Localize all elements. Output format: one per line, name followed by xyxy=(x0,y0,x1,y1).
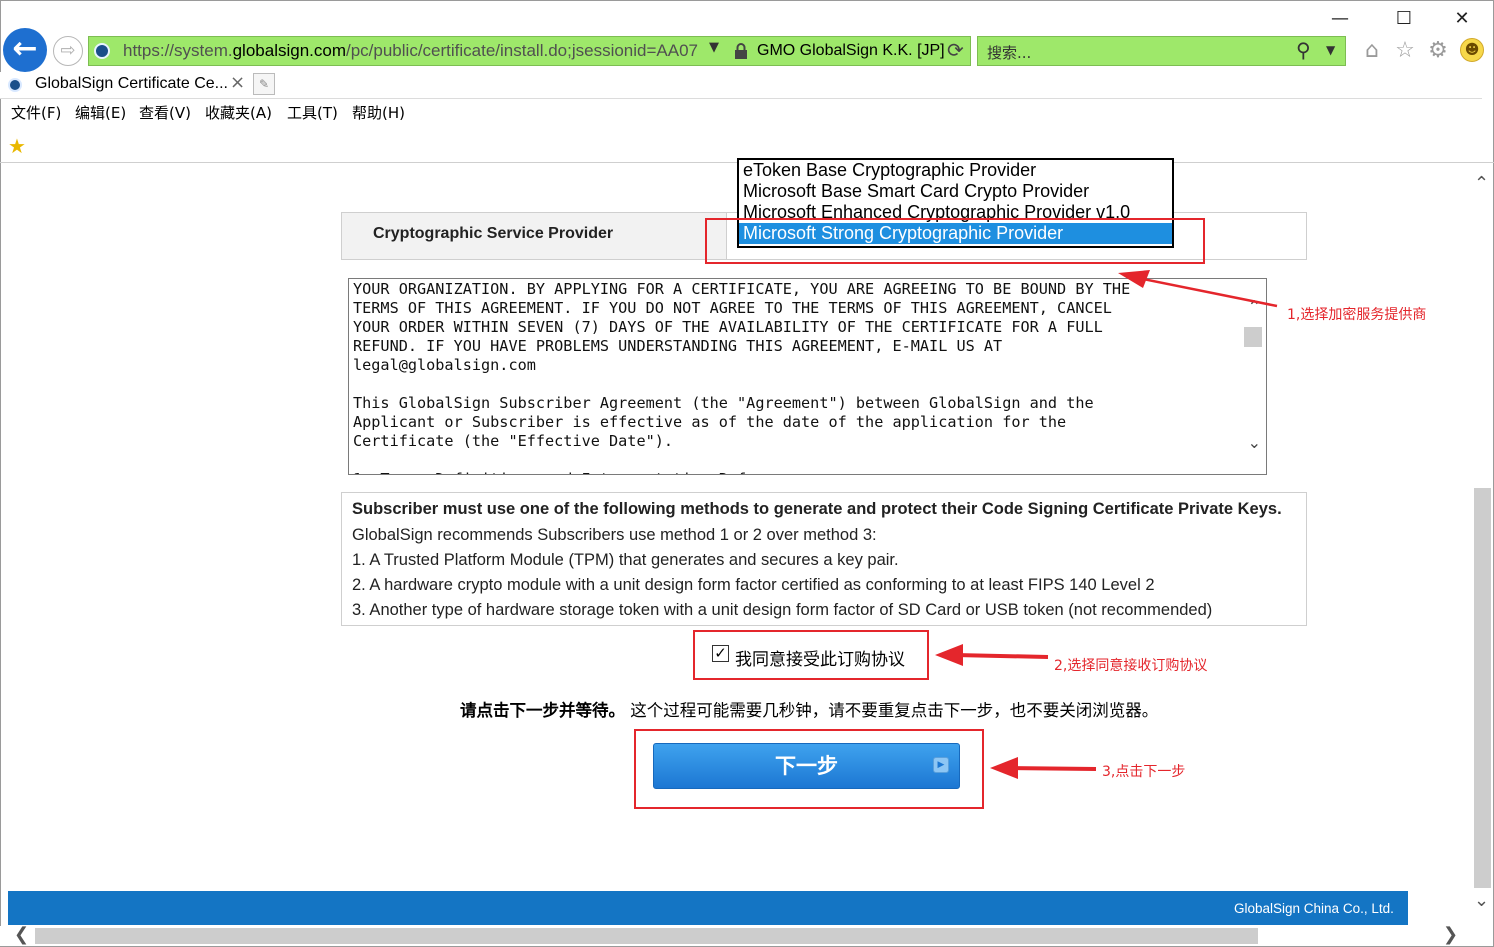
address-dropdown-icon[interactable]: ▼ xyxy=(709,40,719,55)
methods-heading: Subscriber must use one of the following… xyxy=(352,500,1282,518)
agreement-text: YOUR ORGANIZATION. BY APPLYING FOR A CER… xyxy=(353,280,1131,474)
site-favicon-icon xyxy=(94,43,110,59)
search-dropdown-icon[interactable]: ▼ xyxy=(1326,43,1335,57)
scroll-left-icon[interactable]: ❮ xyxy=(14,924,29,945)
methods-line: 2. A hardware crypto module with a unit … xyxy=(352,576,1155,594)
browser-tab[interactable]: GlobalSign Certificate Ce... × xyxy=(0,72,250,98)
methods-line: 3. Another type of hardware storage toke… xyxy=(352,601,1213,619)
highlight-box-csp xyxy=(705,218,1205,264)
menu-edit[interactable]: 编辑(E) xyxy=(75,102,126,123)
tab-title[interactable]: GlobalSign Certificate Ce... xyxy=(35,75,228,93)
methods-line: 1. A Trusted Platform Module (TPM) that … xyxy=(352,551,899,569)
refresh-icon[interactable]: ⟳ xyxy=(947,38,964,62)
maximize-button[interactable]: ☐ xyxy=(1384,6,1424,32)
scroll-down-icon[interactable]: ⌄ xyxy=(1248,433,1261,452)
search-box[interactable]: 搜索... ⚲ ▼ xyxy=(977,36,1346,66)
feedback-smiley-icon[interactable]: ☻ xyxy=(1460,38,1484,62)
agreement-scrollbar[interactable]: ⌃ ⌄ xyxy=(1240,279,1266,474)
footer-text: GlobalSign China Co., Ltd. xyxy=(1234,901,1394,916)
scroll-thumb[interactable] xyxy=(1244,327,1262,347)
search-icon[interactable]: ⚲ xyxy=(1296,38,1311,62)
favorites-star-icon[interactable]: ☆ xyxy=(1391,38,1419,64)
settings-gear-icon[interactable]: ⚙ xyxy=(1424,38,1452,64)
agreement-textarea[interactable]: YOUR ORGANIZATION. BY APPLYING FOR A CER… xyxy=(348,278,1267,475)
url-text[interactable]: https://system.globalsign.com/pc/public/… xyxy=(123,41,698,61)
certificate-owner[interactable]: GMO GlobalSign K.K. [JP] xyxy=(757,42,945,60)
agree-checkbox[interactable]: ✓ xyxy=(712,645,729,662)
horizontal-scroll-thumb[interactable] xyxy=(35,928,1258,944)
annotation-step1: 1,选择加密服务提供商 xyxy=(1287,307,1427,323)
menu-file[interactable]: 文件(F) xyxy=(11,102,61,123)
address-bar[interactable]: https://system.globalsign.com/pc/public/… xyxy=(88,36,971,66)
page-footer xyxy=(8,891,1408,925)
key-methods-box: Subscriber must use one of the following… xyxy=(341,492,1307,626)
close-window-button[interactable]: ✕ xyxy=(1442,6,1482,32)
page-scroll-up-icon[interactable]: ⌃ xyxy=(1474,173,1489,194)
search-placeholder: 搜索... xyxy=(987,44,1032,62)
lock-icon[interactable] xyxy=(734,43,748,59)
vertical-scroll-thumb[interactable] xyxy=(1474,488,1491,888)
agree-label[interactable]: 我同意接受此订购协议 xyxy=(735,645,905,670)
csp-option[interactable]: eToken Base Cryptographic Provider xyxy=(739,160,1172,181)
next-button[interactable]: 下一步 xyxy=(653,743,960,789)
page-scroll-down-icon[interactable]: ⌄ xyxy=(1474,890,1489,911)
forward-button[interactable]: ⇨ xyxy=(53,36,83,66)
annotation-step3: 3,点击下一步 xyxy=(1102,764,1186,780)
add-favorites-icon[interactable]: ★ xyxy=(8,134,32,158)
menu-favorites[interactable]: 收藏夹(A) xyxy=(205,102,272,123)
scroll-right-icon[interactable]: ❯ xyxy=(1443,924,1458,945)
methods-line: GlobalSign recommends Subscribers use me… xyxy=(352,526,877,544)
tab-favicon-icon xyxy=(8,78,22,92)
menu-tools[interactable]: 工具(T) xyxy=(287,102,338,123)
csp-option[interactable]: Microsoft Base Smart Card Crypto Provide… xyxy=(739,181,1172,202)
new-tab-button[interactable]: ✎ xyxy=(253,73,275,95)
back-button[interactable]: ← xyxy=(3,28,47,72)
menu-help[interactable]: 帮助(H) xyxy=(352,102,405,123)
annotation-step2: 2,选择同意接收订购协议 xyxy=(1054,658,1208,674)
menu-view[interactable]: 查看(V) xyxy=(139,102,191,123)
csp-label: Cryptographic Service Provider xyxy=(373,225,614,242)
minimize-button[interactable]: — xyxy=(1320,6,1360,32)
next-arrow-icon: ▶ xyxy=(933,757,949,773)
home-icon[interactable]: ⌂ xyxy=(1358,38,1386,64)
instruction-text: 请点击下一步并等待。 这个过程可能需要几秒钟，请不要重复点击下一步，也不要关闭浏… xyxy=(460,701,1159,720)
tab-close-icon[interactable]: × xyxy=(230,72,245,93)
scroll-up-icon[interactable]: ⌃ xyxy=(1248,297,1261,316)
tab-divider xyxy=(0,98,1482,99)
